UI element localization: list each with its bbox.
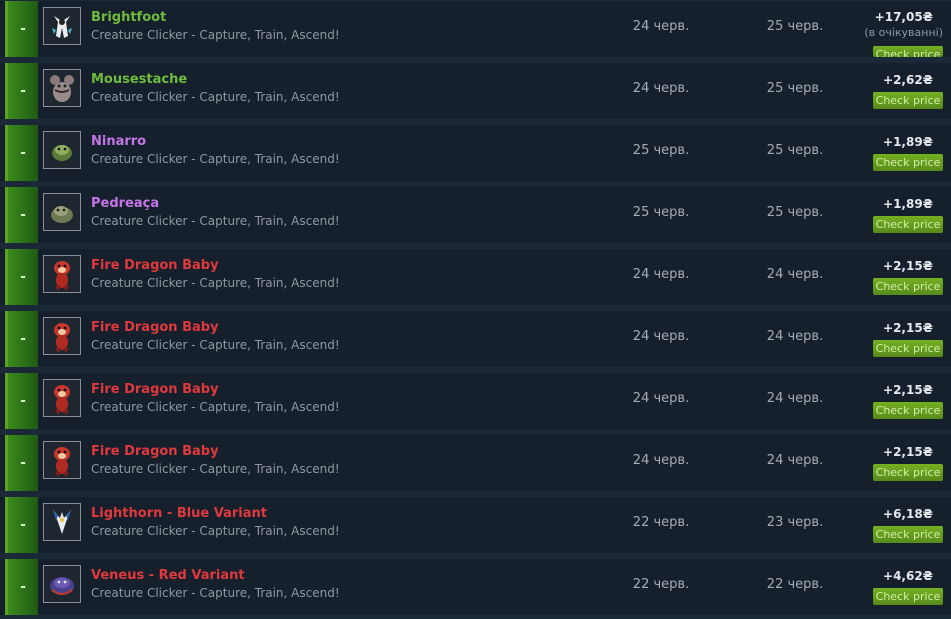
price-value: +4,62₴ <box>883 569 933 583</box>
check-price-button[interactable]: Check price <box>873 216 943 233</box>
remove-button[interactable]: - <box>8 125 38 181</box>
price-value: +1,89₴ <box>883 135 933 149</box>
listed-date: 24 черв. <box>632 81 690 96</box>
price-value: +1,89₴ <box>883 197 933 211</box>
game-name: Creature Clicker - Capture, Train, Ascen… <box>91 338 340 352</box>
fire-dragon-baby-icon[interactable] <box>43 441 81 479</box>
acted-date: 24 черв. <box>766 453 824 468</box>
price-value: +6,18₴ <box>883 507 933 521</box>
item-name[interactable]: Mousestache <box>91 72 187 87</box>
remove-button[interactable]: - <box>8 1 38 57</box>
price-value: +2,15₴ <box>883 445 933 459</box>
check-price-button[interactable]: Check price <box>873 340 943 357</box>
pending-status: (в очікуванні) <box>864 26 943 39</box>
remove-button[interactable]: - <box>8 435 38 491</box>
fire-dragon-baby-icon[interactable] <box>43 379 81 417</box>
item-name[interactable]: Fire Dragon Baby <box>91 382 219 397</box>
history-row: - Lighthorn - Blue Variant Creature Clicke… <box>0 497 951 553</box>
listed-date: 22 черв. <box>632 515 690 530</box>
veneus-creature-icon[interactable] <box>43 565 81 603</box>
game-name: Creature Clicker - Capture, Train, Ascen… <box>91 214 340 228</box>
check-price-button[interactable]: Check price <box>873 588 943 605</box>
check-price-button[interactable]: Check price <box>873 526 943 543</box>
fire-dragon-baby-icon[interactable] <box>43 255 81 293</box>
item-name[interactable]: Lighthorn - Blue Variant <box>91 506 267 521</box>
remove-button[interactable]: - <box>8 497 38 553</box>
acted-date: 24 черв. <box>766 267 824 282</box>
game-name: Creature Clicker - Capture, Train, Ascen… <box>91 462 340 476</box>
game-name: Creature Clicker - Capture, Train, Ascen… <box>91 152 340 166</box>
game-name: Creature Clicker - Capture, Train, Ascen… <box>91 28 340 42</box>
check-price-button[interactable]: Check price <box>873 46 943 57</box>
pedreaca-creature-icon[interactable] <box>43 193 81 231</box>
acted-date: 24 черв. <box>766 329 824 344</box>
listed-date: 24 черв. <box>632 267 690 282</box>
acted-date: 25 черв. <box>766 205 824 220</box>
listed-date: 24 черв. <box>632 329 690 344</box>
history-row: - Fire Dragon Baby Creature Clicker - Capt… <box>0 435 951 491</box>
acted-date: 22 черв. <box>766 577 824 592</box>
history-row: - Pedreaça Creature Clicker - Capture, Tra… <box>0 187 951 243</box>
history-row: - Veneus - Red Variant Creature Clicker - … <box>0 559 951 615</box>
history-row: - Fire Dragon Baby Creature Clicker - Capt… <box>0 311 951 367</box>
game-name: Creature Clicker - Capture, Train, Ascen… <box>91 276 340 290</box>
check-price-button[interactable]: Check price <box>873 402 943 419</box>
price-value: +2,15₴ <box>883 259 933 273</box>
fire-dragon-baby-icon[interactable] <box>43 317 81 355</box>
check-price-button[interactable]: Check price <box>873 464 943 481</box>
acted-date: 25 черв. <box>766 19 824 34</box>
item-name[interactable]: Brightfoot <box>91 10 166 25</box>
item-name[interactable]: Ninarro <box>91 134 146 149</box>
price-value: +2,62₴ <box>883 73 933 87</box>
acted-date: 24 черв. <box>766 391 824 406</box>
history-row: - Fire Dragon Baby Creature Clicker - Capt… <box>0 373 951 429</box>
check-price-button[interactable]: Check price <box>873 154 943 171</box>
history-row: - Ninarro Creature Clicker - Capture, Trai… <box>0 125 951 181</box>
remove-button[interactable]: - <box>8 559 38 615</box>
listed-date: 24 черв. <box>632 391 690 406</box>
brightfoot-creature-icon[interactable] <box>43 7 81 45</box>
history-row: - Brightfoot Creature Clicker - Capture, T… <box>0 1 951 57</box>
game-name: Creature Clicker - Capture, Train, Ascen… <box>91 90 340 104</box>
ninarro-creature-icon[interactable] <box>43 131 81 169</box>
listed-date: 22 черв. <box>632 577 690 592</box>
listed-date: 25 черв. <box>632 205 690 220</box>
price-value: +2,15₴ <box>883 383 933 397</box>
listed-date: 24 черв. <box>632 453 690 468</box>
mousestache-creature-icon[interactable] <box>43 69 81 107</box>
listed-date: 25 черв. <box>632 143 690 158</box>
market-history-list: - Brightfoot Creature Clicker - Capture, T… <box>0 0 951 619</box>
remove-button[interactable]: - <box>8 63 38 119</box>
remove-button[interactable]: - <box>8 187 38 243</box>
price-value: +17,05₴ <box>874 10 933 24</box>
price-value: +2,15₴ <box>883 321 933 335</box>
listed-date: 24 черв. <box>632 19 690 34</box>
item-name[interactable]: Fire Dragon Baby <box>91 258 219 273</box>
check-price-button[interactable]: Check price <box>873 92 943 109</box>
history-row: - Mousestache Creature Clicker - Capture, … <box>0 63 951 119</box>
acted-date: 25 черв. <box>766 143 824 158</box>
remove-button[interactable]: - <box>8 311 38 367</box>
game-name: Creature Clicker - Capture, Train, Ascen… <box>91 400 340 414</box>
game-name: Creature Clicker - Capture, Train, Ascen… <box>91 524 340 538</box>
remove-button[interactable]: - <box>8 373 38 429</box>
acted-date: 25 черв. <box>766 81 824 96</box>
item-name[interactable]: Veneus - Red Variant <box>91 568 245 583</box>
remove-button[interactable]: - <box>8 249 38 305</box>
item-name[interactable]: Pedreaça <box>91 196 159 211</box>
item-name[interactable]: Fire Dragon Baby <box>91 320 219 335</box>
history-row: - Fire Dragon Baby Creature Clicker - Capt… <box>0 249 951 305</box>
game-name: Creature Clicker - Capture, Train, Ascen… <box>91 586 340 600</box>
item-name[interactable]: Fire Dragon Baby <box>91 444 219 459</box>
check-price-button[interactable]: Check price <box>873 278 943 295</box>
lighthorn-creature-icon[interactable] <box>43 503 81 541</box>
acted-date: 23 черв. <box>766 515 824 530</box>
